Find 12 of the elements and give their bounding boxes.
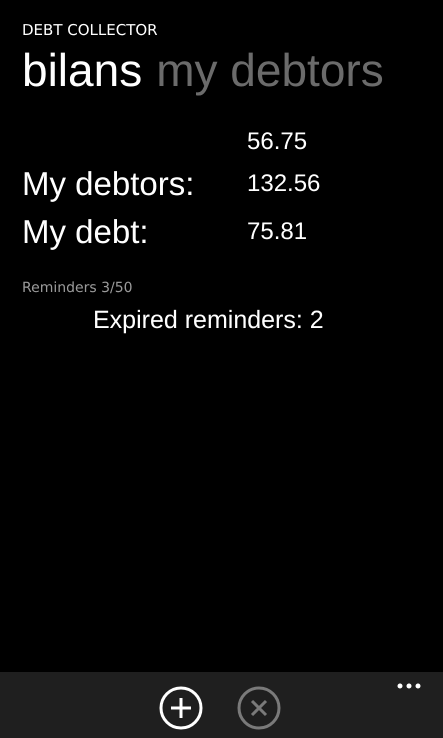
summary-label: My debtors:	[22, 165, 194, 202]
expired-reminders: Expired reminders: 2	[93, 306, 324, 334]
summary-value: 56.75	[247, 128, 308, 156]
reminders-count: Reminders 3/50	[22, 280, 134, 296]
summary-value: 132.56	[247, 170, 320, 198]
app-title: DEBT COLLECTOR	[22, 20, 159, 40]
summary-label: My debt:	[22, 213, 149, 250]
pivot-tab[interactable]: my debtors	[156, 42, 384, 98]
more-icon[interactable]	[397, 683, 421, 689]
add-button[interactable]	[158, 686, 202, 730]
pivot-tab[interactable]: bilans	[22, 42, 142, 98]
summary-value: 75.81	[247, 218, 308, 246]
